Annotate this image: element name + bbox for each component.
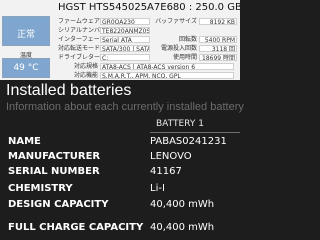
battery-row-value: 40,400 mWh bbox=[150, 199, 215, 210]
info-row-label: 対応規格 bbox=[73, 63, 98, 70]
battery-row-label: NAME bbox=[8, 136, 41, 147]
disk-info-panel: HGST HTS545025A7E680 : 250.0 GB 正常 温度 49… bbox=[0, 0, 240, 80]
info-row-value: SATA/300 | SATA/600 bbox=[100, 45, 150, 52]
info-row-standard: 対応規格 ATA8-ACS | ATA8-ACS version 6 bbox=[58, 61, 234, 70]
info-row-label: ドライブレター bbox=[58, 54, 101, 61]
battery-report-section: Installed batteries Information about ea… bbox=[0, 80, 244, 240]
info-row-rotation: 回転数 5400 RPM bbox=[151, 34, 237, 43]
info-row-firmware: ファームウェア GR0OA230 bbox=[58, 16, 150, 25]
battery-row-chemistry: CHEMISTRY Li-I bbox=[0, 183, 240, 197]
info-row-value: TE8220ANMZ0SF1UP bbox=[100, 27, 150, 34]
battery-row-manufacturer: MANUFACTURER LENOVO bbox=[0, 151, 240, 165]
battery-row-name: NAME PABAS0241231 bbox=[0, 136, 240, 150]
info-row-label: 対応機能 bbox=[73, 72, 98, 79]
info-row-value: Serial ATA bbox=[100, 36, 150, 43]
info-row-label: シリアルナンバー bbox=[58, 27, 106, 34]
health-status-badge[interactable]: 正常 bbox=[2, 16, 50, 46]
table-divider bbox=[150, 132, 240, 133]
battery-row-value: 41167 bbox=[150, 166, 182, 177]
battery-row-label: MANUFACTURER bbox=[8, 151, 101, 162]
info-row-interface: インターフェースSerial ATA bbox=[58, 34, 150, 43]
info-row-drive-letter: ドライブレター C: bbox=[58, 52, 150, 61]
info-row-label: バッファサイズ bbox=[155, 18, 197, 25]
battery-row-value: LENOVO bbox=[150, 151, 192, 162]
section-heading: Installed batteries bbox=[6, 82, 132, 99]
info-row-value: 5400 RPM bbox=[199, 36, 237, 43]
temperature-value: 49 °C bbox=[13, 63, 39, 73]
info-row-power-on-count: 電源投入回数 3118 回 bbox=[151, 43, 237, 52]
info-row-value: GR0OA230 bbox=[100, 18, 150, 25]
temperature-badge[interactable]: 49 °C bbox=[2, 58, 50, 78]
info-row-buffer-size: バッファサイズ 8192 KB bbox=[151, 16, 237, 25]
info-row-value: ATA8-ACS | ATA8-ACS version 6 bbox=[100, 63, 234, 70]
battery-row-label: FULL CHARGE CAPACITY bbox=[8, 222, 144, 233]
battery-row-label: DESIGN CAPACITY bbox=[8, 199, 109, 210]
info-row-value: S.M.A.R.T., APM, NCQ, GPL bbox=[100, 72, 234, 79]
info-row-label: インターフェース bbox=[58, 36, 106, 43]
info-row-label: 電源投入回数 bbox=[160, 45, 197, 52]
battery-row-value: PABAS0241231 bbox=[150, 136, 227, 147]
battery-row-value: 40,400 mWh bbox=[150, 222, 215, 233]
info-row-label: 回転数 bbox=[178, 36, 197, 43]
info-row-transfer-mode: 対応転送モードSATA/300 | SATA/600 bbox=[58, 43, 150, 52]
section-subheading: Information about each currently install… bbox=[6, 101, 244, 113]
info-row-value: C: bbox=[100, 54, 150, 61]
battery-column-header: BATTERY 1 bbox=[156, 119, 204, 129]
info-row-features: 対応機能 S.M.A.R.T., APM, NCQ, GPL bbox=[58, 70, 234, 79]
info-row-serial: シリアルナンバーTE8220ANMZ0SF1UP bbox=[58, 25, 150, 34]
info-row-label: 使用時間 bbox=[172, 54, 197, 61]
battery-row-design-capacity: DESIGN CAPACITY 40,400 mWh bbox=[0, 199, 240, 213]
info-row-label: 対応転送モード bbox=[58, 45, 101, 52]
info-row-value: 8192 KB bbox=[199, 18, 237, 25]
info-row-power-on-hours: 使用時間 18699 時間 bbox=[151, 52, 237, 61]
info-row-value: 3118 回 bbox=[199, 45, 237, 52]
info-row-label: ファームウェア bbox=[58, 18, 100, 25]
battery-row-value: Li-I bbox=[150, 183, 165, 194]
disk-title: HGST HTS545025A7E680 : 250.0 GB bbox=[58, 2, 240, 13]
health-status-value: 正常 bbox=[16, 30, 35, 40]
info-row-value: 18699 時間 bbox=[199, 54, 237, 61]
battery-row-full-charge-capacity: FULL CHARGE CAPACITY 40,400 mWh bbox=[0, 222, 240, 236]
battery-row-serial-number: SERIAL NUMBER 41167 bbox=[0, 166, 240, 180]
battery-row-label: SERIAL NUMBER bbox=[8, 166, 100, 177]
battery-row-label: CHEMISTRY bbox=[8, 183, 73, 194]
